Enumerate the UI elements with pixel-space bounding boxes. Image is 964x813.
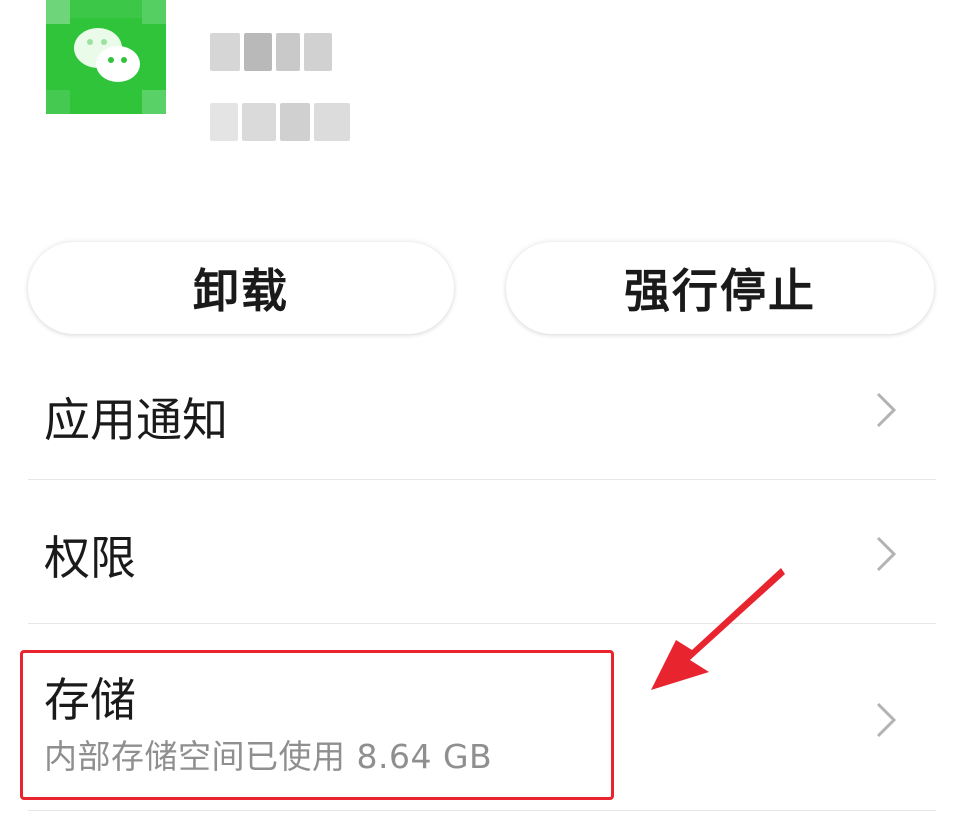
chevron-right-icon [876, 392, 897, 428]
force-stop-button[interactable]: 强行停止 [506, 242, 934, 334]
wechat-app-icon [46, 0, 166, 114]
settings-item-app-notifications[interactable]: 应用通知 [0, 358, 964, 478]
wechat-logo-icon [74, 28, 140, 82]
storage-highlight-box [20, 650, 614, 800]
settings-item-label: 应用通知 [44, 393, 228, 447]
settings-item-label: 权限 [44, 531, 136, 585]
app-version [210, 98, 360, 146]
chevron-right-icon [876, 702, 897, 738]
app-name: 微信 [210, 22, 332, 82]
settings-item-permissions[interactable]: 权限 [0, 480, 964, 622]
app-header: 微信 [0, 0, 964, 220]
divider [28, 810, 936, 811]
chevron-right-icon [876, 536, 897, 572]
uninstall-button[interactable]: 卸载 [28, 242, 454, 334]
